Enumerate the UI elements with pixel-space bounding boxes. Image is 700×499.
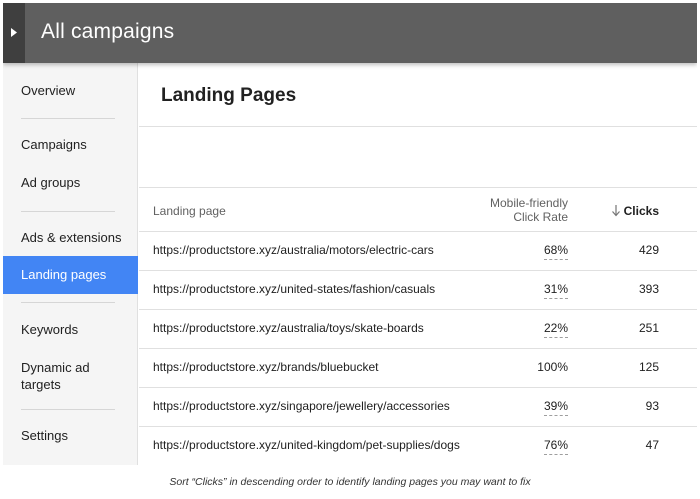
sidebar-item-label: Ads & extensions (21, 230, 122, 245)
sidebar-divider (21, 118, 115, 119)
app-window: All campaigns Overview Campaigns Ad grou… (3, 3, 697, 465)
table-top-border (139, 187, 697, 188)
app-title: All campaigns (41, 20, 175, 43)
table-row[interactable]: https://productstore.xyz/singapore/jewel… (139, 387, 697, 426)
mobile-click-rate[interactable]: 22% (543, 321, 568, 338)
landing-page-url[interactable]: https://productstore.xyz/australia/motor… (153, 243, 434, 257)
column-header-clicks[interactable]: Clicks (624, 204, 659, 218)
arrow-down-icon[interactable] (611, 204, 621, 217)
column-header-landing-page[interactable]: Landing page (153, 204, 226, 218)
page-title: Landing Pages (161, 85, 297, 106)
mobile-click-rate[interactable]: 31% (543, 282, 568, 299)
sidebar-item-label: Overview (21, 83, 76, 98)
sidebar-item-ads-extensions[interactable]: Ads & extensions (3, 229, 138, 246)
sidebar-item-label: Ad groups (21, 175, 81, 190)
sidebar-divider (21, 302, 115, 303)
sidebar: Overview Campaigns Ad groups Ads & exten… (3, 63, 138, 465)
table-row[interactable]: https://productstore.xyz/brands/bluebuck… (139, 348, 697, 387)
sidebar-item-ad-groups[interactable]: Ad groups (3, 174, 138, 191)
sidebar-item-landing-pages[interactable]: Landing pages (3, 256, 138, 294)
table-row[interactable]: https://productstore.xyz/united-kingdom/… (139, 426, 697, 465)
table-row[interactable]: https://productstore.xyz/australia/toys/… (139, 309, 697, 348)
clicks-value: 47 (645, 438, 659, 452)
sidebar-item-settings[interactable]: Settings (3, 427, 138, 444)
sidebar-item-label: Settings (21, 428, 68, 443)
sidebar-item-label: Dynamic ad targets (21, 360, 90, 392)
title-divider (139, 126, 697, 127)
clicks-value: 393 (638, 282, 659, 296)
landing-page-url[interactable]: https://productstore.xyz/brands/bluebuck… (153, 360, 378, 374)
sidebar-item-label: Keywords (21, 322, 79, 337)
sidebar-item-keywords[interactable]: Keywords (3, 321, 138, 338)
top-bar: All campaigns (3, 3, 697, 63)
column-header-line: Click Rate (513, 210, 568, 224)
mobile-click-rate: 100% (537, 360, 568, 374)
clicks-value: 93 (645, 399, 659, 413)
table-row[interactable]: https://productstore.xyz/united-states/f… (139, 270, 697, 309)
column-header-mobile-click-rate[interactable]: Mobile-friendly Click Rate (490, 196, 568, 224)
clicks-value: 429 (638, 243, 659, 257)
sidebar-divider (21, 409, 115, 410)
clicks-value: 125 (638, 360, 659, 374)
sidebar-divider (21, 211, 115, 212)
sidebar-item-label: Campaigns (21, 137, 87, 152)
sidebar-item-campaigns[interactable]: Campaigns (3, 136, 138, 153)
table-row[interactable]: https://productstore.xyz/australia/motor… (139, 231, 697, 270)
landing-page-url[interactable]: https://productstore.xyz/singapore/jewel… (153, 399, 450, 413)
figure-caption: Sort “Clicks” in descending order to ide… (169, 476, 531, 488)
sidebar-item-overview[interactable]: Overview (3, 82, 138, 99)
mobile-click-rate[interactable]: 39% (543, 399, 568, 416)
column-header-line: Mobile-friendly (489, 196, 568, 210)
clicks-value: 251 (638, 321, 659, 335)
mobile-click-rate[interactable]: 68% (543, 243, 568, 260)
triangle-right-icon (11, 28, 17, 37)
sidebar-toggle-button[interactable] (3, 3, 25, 63)
landing-page-url[interactable]: https://productstore.xyz/australia/toys/… (153, 321, 424, 335)
sidebar-item-dynamic-ad-targets[interactable]: Dynamic ad targets (3, 359, 103, 393)
sidebar-item-label: Landing pages (21, 267, 107, 282)
main-content: Landing Pages Landing page Mobile-friend… (139, 63, 697, 465)
landing-page-url[interactable]: https://productstore.xyz/united-kingdom/… (153, 438, 460, 452)
mobile-click-rate[interactable]: 76% (543, 438, 568, 455)
landing-page-url[interactable]: https://productstore.xyz/united-states/f… (153, 282, 435, 296)
